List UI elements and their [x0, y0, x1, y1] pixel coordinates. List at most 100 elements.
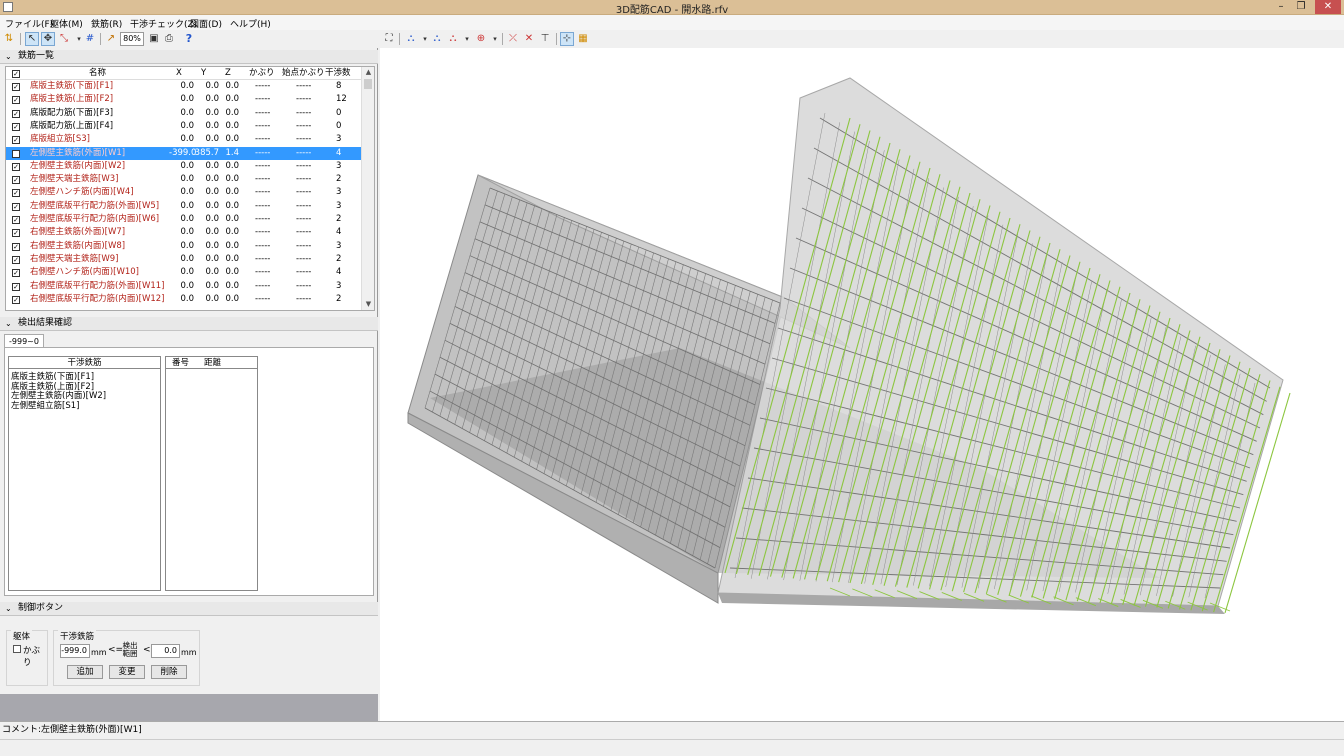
range-min-input[interactable]: -999.0 [60, 644, 90, 658]
list-item[interactable]: ✓ 右側壁ハンチ筋(内面)[W10] 0.0 0.0 0.0 ----- ----- 4 [6, 266, 362, 279]
list-item[interactable]: ✓ 左側壁底版平行配力筋(外面)[W5] 0.0 0.0 0.0 ----- ----- 3 [6, 200, 362, 213]
list-item[interactable]: ✓ 底版主鉄筋(下面)[F1] 0.0 0.0 0.0 ----- ----- 8 [6, 80, 362, 93]
collapse-chevron-icon[interactable]: ⌄ [5, 50, 12, 63]
list-item[interactable]: ✓ 右側壁天端主鉄筋[W9] 0.0 0.0 0.0 ----- ----- 2 [6, 253, 362, 266]
rebar-list-header[interactable]: ⌄ 鉄筋一覧 [0, 50, 378, 64]
row-checkbox[interactable]: ✓ [12, 295, 20, 304]
rebar-list-scrollbar[interactable]: ▲ ▼ [361, 67, 374, 310]
list-item[interactable]: ✓ 底版主鉄筋(上面)[F2] 0.0 0.0 0.0 ----- ----- 12 [6, 93, 362, 106]
zoom-level[interactable]: 80% [120, 32, 144, 46]
menu-interference[interactable]: 干渉チェック(Z) [130, 17, 197, 30]
find-next-icon[interactable]: ⛬ [446, 32, 460, 46]
list-item[interactable]: ✓ 底版組立筋[S3] 0.0 0.0 0.0 ----- ----- 3 [6, 133, 362, 146]
list-item[interactable]: ✓ 底版配力筋(上面)[F4] 0.0 0.0 0.0 ----- ----- 0 [6, 120, 362, 133]
list-item[interactable]: ✓ 右側壁底版平行配力筋(外面)[W11] 0.0 0.0 0.0 ----- ----- 3 [6, 280, 362, 293]
rebar-3d-model[interactable] [380, 48, 1344, 721]
dimension-icon[interactable]: ⊤ [538, 32, 552, 46]
dropdown-arrow-icon[interactable]: ▾ [460, 32, 474, 46]
list-item[interactable]: ✓ 左側壁主鉄筋(外面)[W1] -399.0 385.7 1.4 ----- ----- 4 [6, 146, 362, 160]
row-start-cover: ----- [296, 200, 312, 211]
rebar-icon[interactable]: ⤫ [506, 32, 520, 46]
menu-body[interactable]: 躯体(M) [50, 17, 83, 30]
row-checkbox[interactable]: ✓ [12, 216, 20, 224]
add-button[interactable]: 追加 [67, 665, 103, 679]
col-x[interactable]: X [176, 67, 182, 80]
row-checkbox[interactable]: ✓ [12, 149, 20, 158]
list-item[interactable]: 左側壁組立筋[S1] [11, 401, 106, 412]
axis-icon[interactable]: ⊹ [560, 32, 574, 46]
row-count: 3 [336, 134, 342, 145]
menu-drawing[interactable]: 図面(D) [190, 17, 222, 30]
find-icon[interactable]: ⛬ [430, 32, 444, 46]
help-icon[interactable]: ? [182, 32, 196, 46]
row-count: 12 [336, 94, 347, 105]
scroll-up-icon[interactable]: ▲ [362, 67, 374, 78]
row-checkbox[interactable]: ✓ [12, 242, 20, 251]
col-y[interactable]: Y [201, 67, 206, 80]
row-checkbox[interactable]: ✓ [12, 176, 20, 185]
menu-help[interactable]: ヘルプ(H) [230, 17, 271, 30]
scroll-thumb[interactable] [364, 79, 372, 89]
close-button[interactable]: ✕ [1315, 0, 1341, 14]
tab-range[interactable]: -999~0 [4, 334, 44, 348]
row-checkbox[interactable]: ✓ [12, 202, 20, 211]
list-item[interactable]: ✓ 左側壁底版平行配力筋(内面)[W6] 0.0 0.0 0.0 ----- ----- 2 [6, 213, 362, 226]
row-checkbox[interactable]: ✓ [12, 269, 20, 278]
row-name: 底版組立筋[S3] [30, 134, 90, 145]
minimize-button[interactable]: – [1272, 0, 1290, 14]
collapse-chevron-icon[interactable]: ⌄ [5, 317, 12, 330]
row-y: 0.0 [205, 174, 219, 185]
view-icon[interactable]: ▣ [147, 32, 161, 46]
rebar-cross-icon[interactable]: ✕ [522, 32, 536, 46]
grid-icon[interactable]: # [83, 32, 97, 46]
col-cover[interactable]: かぶり [249, 67, 275, 80]
menu-file[interactable]: ファイル(F) [5, 17, 53, 30]
control-header[interactable]: ⌄ 制御ボタン [0, 602, 378, 616]
list-item[interactable]: ✓ 左側壁ハンチ筋(内面)[W4] 0.0 0.0 0.0 ----- ----- 3 [6, 186, 362, 199]
move-icon[interactable]: ✥ [41, 32, 55, 46]
measure-icon[interactable]: ⤡ [57, 32, 71, 46]
col-name[interactable]: 名称 [89, 67, 106, 80]
scroll-down-icon[interactable]: ▼ [362, 299, 374, 310]
print-icon[interactable]: ⎙ [162, 32, 176, 46]
list-item[interactable]: ✓ 右側壁主鉄筋(外面)[W7] 0.0 0.0 0.0 ----- ----- 4 [6, 226, 362, 239]
maximize-button[interactable]: ❐ [1292, 0, 1310, 14]
list-item[interactable]: ✓ 右側壁主鉄筋(内面)[W8] 0.0 0.0 0.0 ----- ----- 3 [6, 240, 362, 253]
row-checkbox[interactable]: ✓ [12, 255, 20, 264]
col-interference[interactable]: 干渉数 [325, 67, 351, 80]
dropdown-arrow-icon[interactable]: ▾ [488, 32, 502, 46]
binocular-icon[interactable]: ⛬ [404, 32, 418, 46]
list-item[interactable]: ✓ 左側壁主鉄筋(内面)[W2] 0.0 0.0 0.0 ----- ----- 3 [6, 160, 362, 173]
delete-button[interactable]: 削除 [151, 665, 187, 679]
row-checkbox[interactable]: ✓ [12, 136, 20, 145]
range-max-input[interactable]: 0.0 [151, 644, 180, 658]
select-icon[interactable]: ↖ [25, 32, 39, 46]
row-checkbox[interactable]: ✓ [12, 109, 20, 118]
interference-rebar-box: 干渉鉄筋 底版主鉄筋(下面)[F1] 底版主鉄筋(上面)[F2] 左側壁主鉄筋(内面… [8, 356, 161, 591]
row-checkbox[interactable]: ✓ [12, 162, 20, 171]
list-item[interactable]: ✓ 底版配力筋(下面)[F3] 0.0 0.0 0.0 ----- ----- 0 [6, 107, 362, 120]
row-checkbox[interactable]: ✓ [12, 189, 20, 198]
layer-icon[interactable]: ⊕ [474, 32, 488, 46]
row-checkbox[interactable]: ✓ [12, 83, 20, 91]
collapse-chevron-icon[interactable]: ⌄ [5, 602, 12, 615]
row-checkbox[interactable]: ✓ [12, 122, 20, 131]
list-item[interactable]: ✓ 右側壁底版平行配力筋(内面)[W12] 0.0 0.0 0.0 ----- ----- 2 [6, 293, 362, 306]
fit-all-icon[interactable]: ⛶ [382, 32, 396, 46]
menu-rebar[interactable]: 鉄筋(R) [91, 17, 122, 30]
3d-viewport[interactable] [380, 48, 1344, 721]
sort-icon[interactable]: ⇅ [2, 32, 16, 46]
cover-checkbox[interactable] [13, 645, 21, 653]
row-checkbox[interactable]: ✓ [12, 282, 20, 291]
list-item[interactable]: ✓ 左側壁天端主鉄筋[W3] 0.0 0.0 0.0 ----- ----- 2 [6, 173, 362, 186]
row-checkbox[interactable]: ✓ [12, 229, 20, 238]
detection-header[interactable]: ⌄ 検出結果確認 [0, 317, 378, 331]
select-all-checkbox[interactable]: ✓ [12, 70, 20, 78]
row-checkbox[interactable]: ✓ [12, 96, 20, 105]
col-z[interactable]: Z [225, 67, 231, 80]
color-icon[interactable]: ▦ [576, 32, 590, 46]
fit-icon[interactable]: ↗ [104, 32, 118, 46]
row-y: 0.0 [205, 160, 219, 171]
change-button[interactable]: 変更 [109, 665, 145, 679]
col-start-cover[interactable]: 始点かぶり [282, 67, 325, 80]
